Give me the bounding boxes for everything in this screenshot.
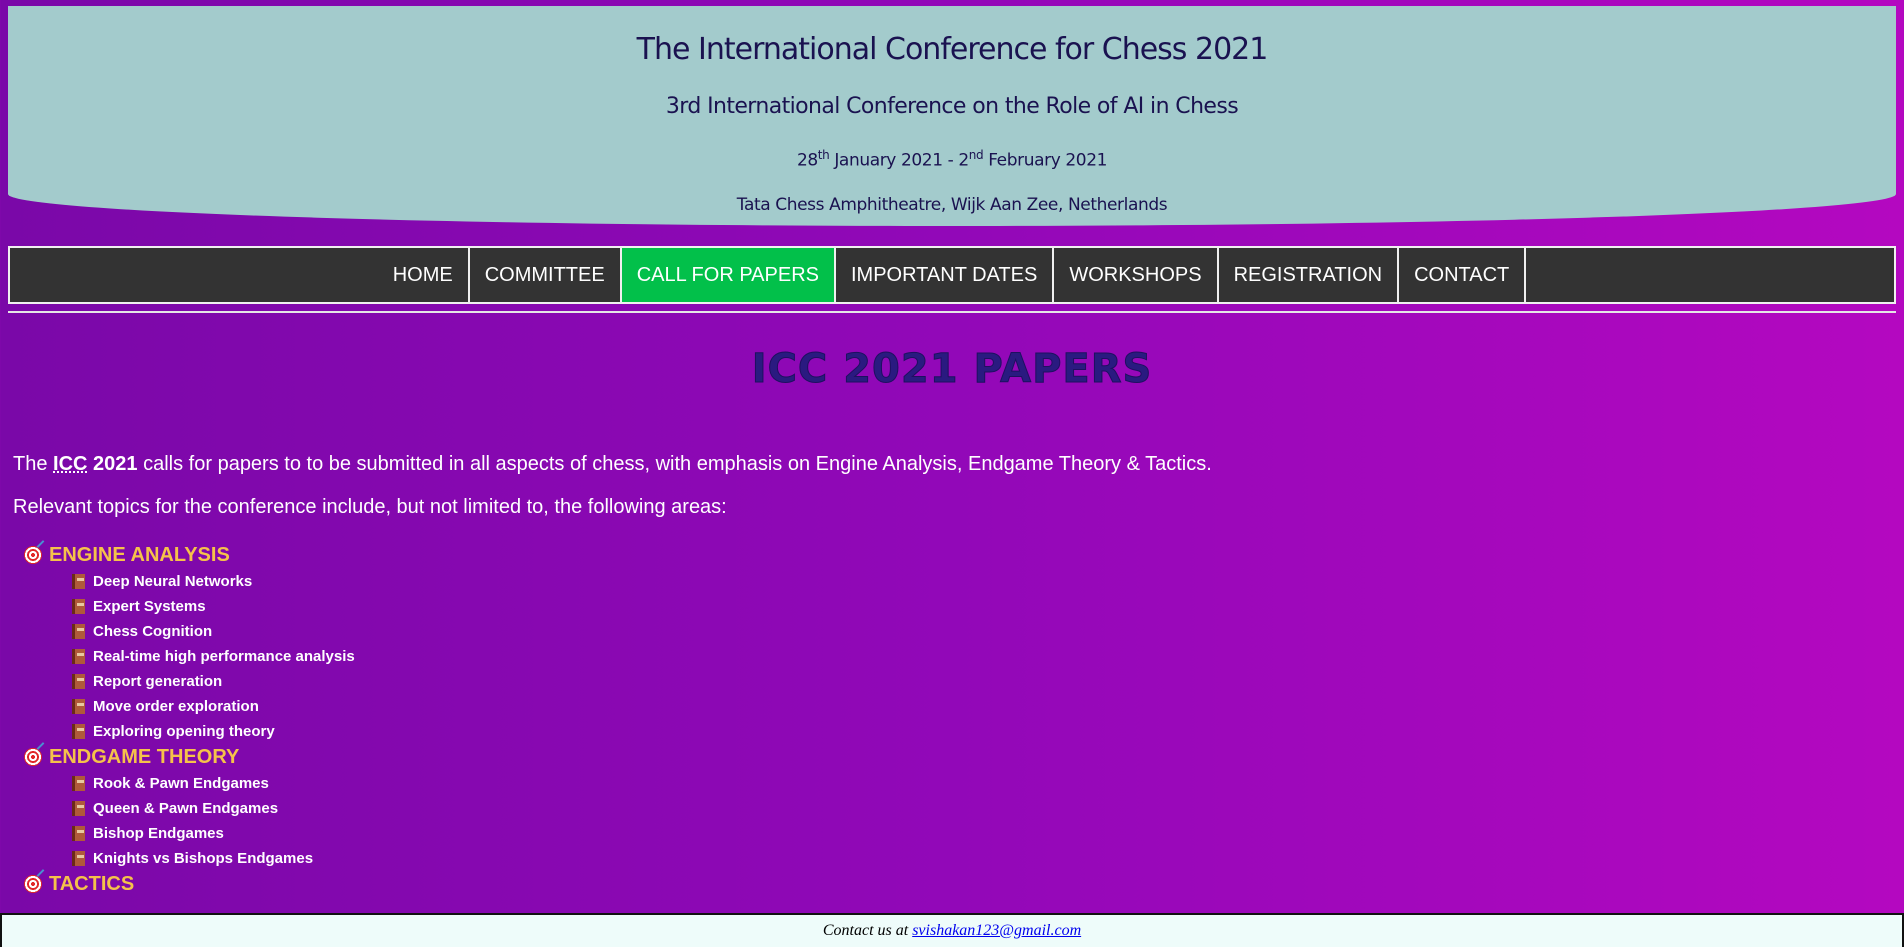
book-icon [72, 851, 85, 866]
site-header: The International Conference for Chess 2… [8, 6, 1896, 226]
list-item: Knights vs Bishops Endgames [24, 846, 355, 871]
footer-text: Contact us at [822, 922, 913, 939]
category-endgame-theory: ENDGAME THEORY [24, 744, 355, 770]
list-item: Real-time high performance analysis [24, 644, 355, 669]
book-icon [72, 826, 85, 841]
category-tactics: TACTICS [24, 871, 355, 897]
main-nav: HOME COMMITTEE CALL FOR PAPERS IMPORTANT… [8, 246, 1896, 304]
book-icon [72, 599, 85, 614]
target-icon [24, 875, 42, 893]
list-item: Report generation [24, 669, 355, 694]
conference-title: The International Conference for Chess 2… [636, 32, 1269, 67]
target-icon [24, 546, 42, 564]
nav-committee[interactable]: COMMITTEE [470, 248, 622, 302]
conference-dates: 28th January 2021 - 2nd February 2021 [796, 148, 1108, 171]
category-title: TACTICS [49, 873, 135, 895]
book-icon [72, 624, 85, 639]
intro-paragraph: The ICC 2021 calls for papers to to be s… [13, 453, 1212, 475]
list-item: Chess Cognition [24, 619, 355, 644]
category-engine-analysis: ENGINE ANALYSIS [24, 542, 355, 568]
category-title: ENDGAME THEORY [49, 746, 240, 768]
conference-subtitle: 3rd International Conference on the Role… [665, 94, 1239, 119]
icc-abbr: ICC [53, 453, 88, 475]
page-title: ICC 2021 PAPERS [751, 346, 1153, 393]
nav-home[interactable]: HOME [378, 248, 470, 302]
contact-email-link[interactable]: svishakan123@gmail.com [912, 922, 1081, 939]
divider [8, 311, 1896, 313]
book-icon [72, 674, 85, 689]
book-icon [72, 724, 85, 739]
list-item: Rook & Pawn Endgames [24, 771, 355, 796]
target-icon [24, 748, 42, 766]
list-item: Exploring opening theory [24, 719, 355, 744]
book-icon [72, 574, 85, 589]
topics-intro: Relevant topics for the conference inclu… [13, 496, 727, 518]
topics-list: ENGINE ANALYSIS Deep Neural Networks Exp… [24, 542, 355, 898]
category-title: ENGINE ANALYSIS [49, 544, 230, 566]
book-icon [72, 699, 85, 714]
book-icon [72, 649, 85, 664]
nav-call-for-papers[interactable]: CALL FOR PAPERS [621, 248, 836, 302]
nav-registration[interactable]: REGISTRATION [1219, 248, 1400, 302]
nav-contact[interactable]: CONTACT [1399, 248, 1527, 302]
list-item: Queen & Pawn Endgames [24, 796, 355, 821]
conference-venue: Tata Chess Amphitheatre, Wijk Aan Zee, N… [736, 195, 1168, 215]
list-item: Deep Neural Networks [24, 569, 355, 594]
book-icon [72, 801, 85, 816]
site-footer: Contact us at svishakan123@gmail.com [0, 913, 1904, 947]
list-item: Move order exploration [24, 694, 355, 719]
nav-workshops[interactable]: WORKSHOPS [1054, 248, 1219, 302]
book-icon [72, 776, 85, 791]
list-item: Bishop Endgames [24, 821, 355, 846]
nav-important-dates[interactable]: IMPORTANT DATES [836, 248, 1055, 302]
list-item: Expert Systems [24, 594, 355, 619]
